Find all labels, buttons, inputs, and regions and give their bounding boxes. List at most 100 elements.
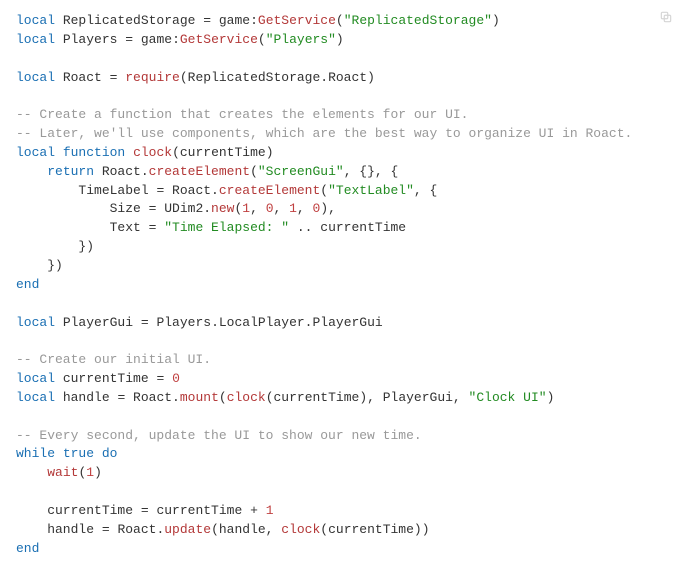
- token-kw: local: [16, 145, 55, 160]
- token-com: -- Every second, update the UI to show o…: [16, 428, 422, 443]
- token-str: "Time Elapsed: ": [164, 220, 289, 235]
- token-com: -- Create our initial UI.: [16, 352, 211, 367]
- token-kw: local: [16, 371, 55, 386]
- token-id: currentTime: [16, 503, 141, 518]
- code-line: Text = "Time Elapsed: " .. currentTime: [16, 220, 406, 235]
- token-fn: clock: [227, 390, 266, 405]
- code-line: local handle = Roact.mount(clock(current…: [16, 390, 554, 405]
- token-id: TimeLabel: [16, 183, 156, 198]
- code-line: local Roact = require(ReplicatedStorage.…: [16, 70, 375, 85]
- token-fn: clock: [133, 145, 172, 160]
- token-id: ): [94, 465, 102, 480]
- token-bool: true: [63, 446, 94, 461]
- token-num: 1: [266, 503, 274, 518]
- token-id: ReplicatedStorage: [55, 13, 203, 28]
- code-line: local Players = game:GetService("Players…: [16, 32, 344, 47]
- token-id: (currentTime): [172, 145, 273, 160]
- token-id: ),: [320, 201, 336, 216]
- token-id: (: [336, 13, 344, 28]
- code-line: -- Create our initial UI.: [16, 352, 211, 367]
- copy-icon[interactable]: [659, 10, 673, 24]
- token-kw: while: [16, 446, 55, 461]
- token-num: 1: [86, 465, 94, 480]
- token-kw: return: [47, 164, 94, 179]
- token-id: handle: [55, 390, 117, 405]
- token-id: ): [547, 390, 555, 405]
- token-id: [125, 145, 133, 160]
- token-id: ,: [250, 201, 266, 216]
- token-fn: wait: [47, 465, 78, 480]
- token-id: , {: [414, 183, 437, 198]
- token-fn: createElement: [149, 164, 250, 179]
- token-com: -- Later, we'll use components, which ar…: [16, 126, 632, 141]
- token-id: ): [336, 32, 344, 47]
- code-line: -- Create a function that creates the el…: [16, 107, 468, 122]
- code-line: handle = Roact.update(handle, clock(curr…: [16, 522, 430, 537]
- token-id: ): [492, 13, 500, 28]
- token-id: [16, 465, 47, 480]
- token-id: =: [102, 522, 110, 537]
- token-id: =: [141, 315, 149, 330]
- token-id: .. currentTime: [289, 220, 406, 235]
- token-kw: local: [16, 13, 55, 28]
- token-id: currentTime: [149, 503, 250, 518]
- token-id: [55, 145, 63, 160]
- token-id: Roact.: [110, 522, 165, 537]
- token-id: Players: [55, 32, 125, 47]
- token-id: (: [258, 32, 266, 47]
- token-num: 1: [289, 201, 297, 216]
- token-id: =: [141, 503, 149, 518]
- code-line: end: [16, 541, 39, 556]
- code-line: }): [16, 258, 63, 273]
- token-id: game: [133, 32, 172, 47]
- token-fn: createElement: [219, 183, 320, 198]
- token-id: [94, 446, 102, 461]
- token-id: PlayerGui: [55, 315, 141, 330]
- code-line: -- Every second, update the UI to show o…: [16, 428, 422, 443]
- code-line: local PlayerGui = Players.LocalPlayer.Pl…: [16, 315, 383, 330]
- token-id: Text: [16, 220, 149, 235]
- code-line: return Roact.createElement("ScreenGui", …: [16, 164, 398, 179]
- code-line: currentTime = currentTime + 1: [16, 503, 274, 518]
- token-id: game: [211, 13, 250, 28]
- token-kw: local: [16, 70, 55, 85]
- token-fn: clock: [281, 522, 320, 537]
- token-id: =: [203, 13, 211, 28]
- token-id: ,: [297, 201, 313, 216]
- token-str: "ReplicatedStorage": [344, 13, 492, 28]
- token-str: "Players": [266, 32, 336, 47]
- token-id: (currentTime), PlayerGui,: [266, 390, 469, 405]
- token-id: Players.LocalPlayer.PlayerGui: [149, 315, 383, 330]
- code-line: TimeLabel = Roact.createElement("TextLab…: [16, 183, 437, 198]
- token-fn: mount: [180, 390, 219, 405]
- token-id: :: [250, 13, 258, 28]
- token-id: Roact: [55, 70, 110, 85]
- token-id: currentTime: [55, 371, 156, 386]
- code-line: while true do: [16, 446, 117, 461]
- token-id: [16, 164, 47, 179]
- code-line: wait(1): [16, 465, 102, 480]
- token-id: }): [16, 239, 94, 254]
- token-id: , {}, {: [344, 164, 399, 179]
- token-num: 0: [172, 371, 180, 386]
- token-id: Size: [16, 201, 149, 216]
- token-id: (: [219, 390, 227, 405]
- code-line: local ReplicatedStorage = game:GetServic…: [16, 13, 500, 28]
- token-id: +: [250, 503, 258, 518]
- token-kw: local: [16, 32, 55, 47]
- token-id: UDim2.: [156, 201, 211, 216]
- code-line: Size = UDim2.new(1, 0, 1, 0),: [16, 201, 336, 216]
- token-num: 0: [266, 201, 274, 216]
- token-str: "Clock UI": [469, 390, 547, 405]
- token-id: (: [250, 164, 258, 179]
- token-id: (currentTime)): [320, 522, 429, 537]
- code-block: local ReplicatedStorage = game:GetServic…: [16, 12, 671, 558]
- token-kw: end: [16, 277, 39, 292]
- token-kw: do: [102, 446, 118, 461]
- token-fn: new: [211, 201, 234, 216]
- token-id: =: [125, 32, 133, 47]
- token-id: (handle,: [211, 522, 281, 537]
- token-id: Roact.: [94, 164, 149, 179]
- token-kw: function: [63, 145, 125, 160]
- token-fn: update: [164, 522, 211, 537]
